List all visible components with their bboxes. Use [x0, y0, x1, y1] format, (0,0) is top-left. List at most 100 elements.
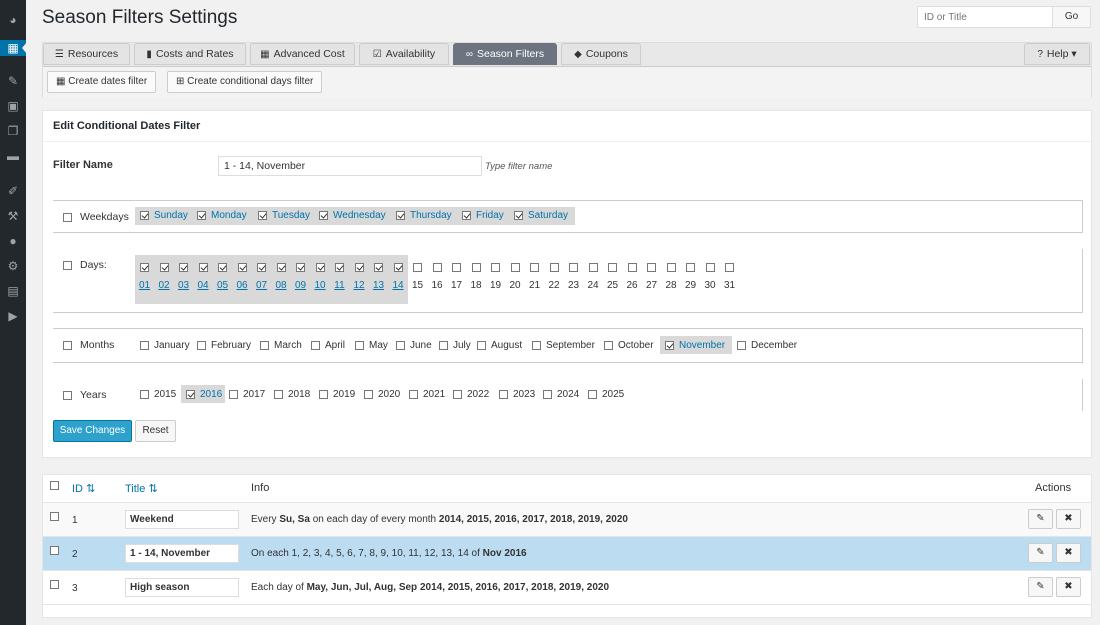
- checkbox[interactable]: [543, 389, 552, 399]
- checkbox[interactable]: [452, 263, 461, 272]
- year-2016[interactable]: 2016: [186, 389, 222, 400]
- delete-icon[interactable]: ✖: [1056, 509, 1081, 529]
- checkbox[interactable]: [354, 263, 364, 272]
- day-05[interactable]: 05: [214, 263, 231, 291]
- row-title-input[interactable]: High season: [125, 578, 239, 597]
- day-26[interactable]: 26: [624, 263, 641, 291]
- row-checkbox[interactable]: [50, 546, 59, 555]
- checkbox[interactable]: [604, 340, 613, 350]
- day-08[interactable]: 08: [273, 263, 290, 291]
- day-29[interactable]: 29: [682, 263, 699, 291]
- checkbox[interactable]: [686, 263, 695, 272]
- comments-icon[interactable]: ▬: [5, 148, 21, 164]
- delete-icon[interactable]: ✖: [1056, 577, 1081, 597]
- edit-icon[interactable]: ✎: [1028, 509, 1053, 529]
- checkbox[interactable]: [63, 260, 72, 270]
- month-december[interactable]: December: [737, 340, 797, 351]
- year-2015[interactable]: 2015: [140, 389, 176, 400]
- reset-button[interactable]: Reset: [135, 420, 176, 442]
- weekday-wednesday[interactable]: Wednesday: [319, 210, 386, 221]
- year-2019[interactable]: 2019: [319, 389, 355, 400]
- day-16[interactable]: 16: [429, 263, 446, 291]
- day-24[interactable]: 24: [585, 263, 602, 291]
- tab-advanced-cost[interactable]: ▦ Advanced Cost: [250, 43, 355, 65]
- row-title-input[interactable]: Weekend: [125, 510, 239, 529]
- checkbox[interactable]: [257, 263, 266, 272]
- checkbox[interactable]: [413, 263, 422, 272]
- checkbox[interactable]: [588, 263, 598, 272]
- checkbox[interactable]: [197, 340, 206, 350]
- tab-availability[interactable]: ☑ Availability: [359, 43, 449, 65]
- checkbox[interactable]: [63, 212, 72, 222]
- month-august[interactable]: August: [477, 340, 522, 351]
- year-2022[interactable]: 2022: [453, 389, 489, 400]
- checkbox[interactable]: [588, 389, 597, 399]
- day-25[interactable]: 25: [604, 263, 621, 291]
- checkbox[interactable]: [140, 263, 149, 272]
- day-14[interactable]: 14: [390, 263, 407, 291]
- day-09[interactable]: 09: [292, 263, 309, 291]
- weekday-sunday[interactable]: Sunday: [140, 210, 188, 221]
- edit-icon[interactable]: ✎: [1028, 577, 1053, 597]
- day-23[interactable]: 23: [565, 263, 582, 291]
- weekday-tuesday[interactable]: Tuesday: [258, 210, 310, 221]
- pages-icon[interactable]: ❐: [5, 123, 21, 139]
- checkbox[interactable]: [197, 210, 206, 220]
- day-20[interactable]: 20: [507, 263, 524, 291]
- years-toggle[interactable]: Years: [63, 389, 106, 401]
- weekday-thursday[interactable]: Thursday: [396, 210, 452, 221]
- checkbox[interactable]: [499, 389, 508, 399]
- checkbox[interactable]: [666, 263, 676, 272]
- checkbox[interactable]: [608, 263, 617, 272]
- day-03[interactable]: 03: [175, 263, 192, 291]
- tab-coupons[interactable]: ◆ Coupons: [561, 43, 641, 65]
- play-icon[interactable]: ▶: [5, 308, 21, 324]
- id-column-header[interactable]: ID ⇅: [72, 482, 95, 495]
- weekday-friday[interactable]: Friday: [462, 210, 504, 221]
- checkbox[interactable]: [439, 340, 448, 350]
- checkbox[interactable]: [260, 340, 269, 350]
- weekday-saturday[interactable]: Saturday: [514, 210, 568, 221]
- day-17[interactable]: 17: [448, 263, 465, 291]
- checkbox[interactable]: [432, 263, 442, 272]
- day-01[interactable]: 01: [136, 263, 153, 291]
- row-checkbox[interactable]: [50, 512, 59, 521]
- checkbox[interactable]: [549, 263, 559, 272]
- checkbox[interactable]: [355, 340, 364, 350]
- pin-icon[interactable]: ✎: [5, 73, 21, 89]
- select-all-checkbox[interactable]: [50, 481, 59, 490]
- checkbox[interactable]: [229, 389, 238, 399]
- day-28[interactable]: 28: [663, 263, 680, 291]
- row-title-input[interactable]: 1 - 14, November: [125, 544, 239, 563]
- checkbox[interactable]: [296, 263, 305, 272]
- checkbox[interactable]: [276, 263, 286, 272]
- go-button[interactable]: Go: [1052, 7, 1090, 27]
- checkbox[interactable]: [462, 210, 471, 220]
- checkbox[interactable]: [665, 340, 674, 350]
- day-06[interactable]: 06: [234, 263, 251, 291]
- checkbox[interactable]: [477, 340, 486, 350]
- checkbox[interactable]: [335, 263, 344, 272]
- tools-icon[interactable]: ⚙: [5, 258, 21, 274]
- month-may[interactable]: May: [355, 340, 388, 351]
- settings-icon[interactable]: ▤: [5, 283, 21, 299]
- checkbox[interactable]: [737, 340, 746, 350]
- table-row[interactable]: 1 Weekend Every Su, Sa on each day of ever…: [43, 503, 1091, 537]
- checkbox[interactable]: [409, 389, 418, 399]
- checkbox[interactable]: [140, 340, 149, 350]
- tab-resources[interactable]: ☰ Resources: [43, 43, 130, 65]
- checkbox[interactable]: [237, 263, 247, 272]
- month-january[interactable]: January: [140, 340, 190, 351]
- month-march[interactable]: March: [260, 340, 302, 351]
- checkbox[interactable]: [514, 210, 523, 220]
- checkbox[interactable]: [159, 263, 169, 272]
- plugins-icon[interactable]: ⚒: [5, 208, 21, 224]
- checkbox[interactable]: [179, 263, 188, 272]
- month-july[interactable]: July: [439, 340, 471, 351]
- day-11[interactable]: 11: [331, 263, 348, 291]
- dashboard-icon[interactable]: ◕: [5, 12, 21, 28]
- checkbox[interactable]: [311, 340, 320, 350]
- table-row[interactable]: 3 High season Each day of May, Jun, Jul, A…: [43, 571, 1091, 605]
- tab-season-filters[interactable]: ∞ Season Filters: [453, 43, 557, 65]
- year-2018[interactable]: 2018: [274, 389, 310, 400]
